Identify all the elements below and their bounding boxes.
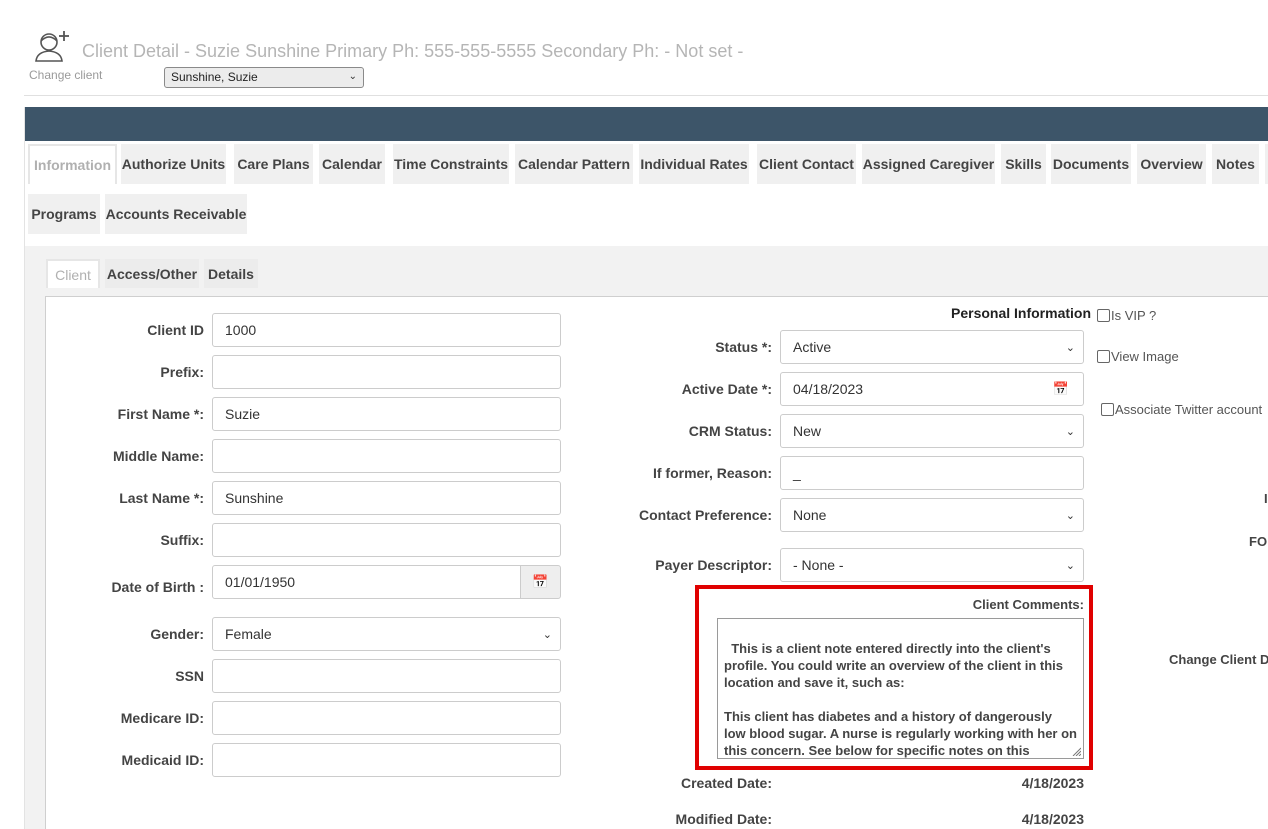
gender-select[interactable]: Female ⌄ [212, 617, 561, 651]
payer-descriptor-select[interactable]: - None - ⌄ [780, 548, 1084, 582]
add-user-icon [35, 31, 69, 62]
personal-information-title: Personal Information [951, 305, 1092, 321]
tab-calendar-pattern[interactable]: Calendar Pattern [515, 144, 633, 184]
active-date-field[interactable]: 04/18/2023 📅 [780, 372, 1084, 406]
tab-notes[interactable]: Notes [1212, 144, 1259, 184]
chevron-down-icon: ⌄ [348, 71, 357, 82]
payer-descriptor-label: Payer Descriptor: [655, 557, 772, 573]
contact-preference-select[interactable]: None ⌄ [780, 498, 1084, 532]
client-select-value: Sunshine, Suzie [171, 70, 258, 84]
suffix-label: Suffix: [160, 532, 204, 548]
medicaid-id-label: Medicaid ID: [121, 752, 204, 768]
view-image-label: View Image [1111, 349, 1179, 364]
tab-information[interactable]: Information [28, 144, 117, 184]
calendar-icon[interactable]: 📅 [1053, 381, 1069, 397]
top-navbar [25, 107, 1268, 141]
tab-individual-rates[interactable]: Individual Rates [639, 144, 749, 184]
associate-twitter-label: Associate Twitter account [1115, 402, 1263, 417]
chevron-down-icon: ⌄ [542, 629, 552, 641]
tab-assigned-caregiver[interactable]: Assigned Caregiver [862, 144, 995, 184]
is-vip-label: Is VIP ? [1111, 308, 1157, 323]
dob-field[interactable]: 01/01/1950 [212, 565, 521, 599]
last-name-label: Last Name *: [119, 490, 204, 506]
client-select[interactable]: Sunshine, Suzie ⌄ [164, 67, 364, 88]
header-divider [24, 95, 1268, 96]
medicaid-id-field[interactable] [212, 743, 561, 777]
former-reason-field[interactable]: _ [780, 456, 1084, 490]
payer-descriptor-value: - None - [793, 557, 844, 573]
associate-twitter-option[interactable]: Associate Twitter account [1101, 402, 1262, 417]
status-label: Status *: [715, 339, 772, 355]
page-title: Client Detail - Suzie Sunshine Primary P… [82, 41, 744, 61]
client-comments-label: Client Comments: [972, 597, 1084, 612]
contact-preference-label: Contact Preference: [638, 507, 772, 523]
tab-calendar[interactable]: Calendar [319, 144, 385, 184]
modified-date-label: Modified Date: [675, 811, 772, 827]
client-id-field[interactable]: 1000 [212, 313, 561, 347]
tab-skills[interactable]: Skills [1001, 144, 1046, 184]
chevron-down-icon: ⌄ [1065, 510, 1075, 522]
former-reason-label: If former, Reason: [652, 465, 772, 481]
view-image-checkbox[interactable] [1097, 350, 1110, 363]
subtab-access-other[interactable]: Access/Other [105, 259, 199, 288]
suffix-field[interactable] [212, 523, 561, 557]
change-client-label: Change client [29, 68, 103, 82]
active-date-value: 04/18/2023 [793, 381, 864, 397]
clipped-label-i: I [1264, 491, 1268, 506]
ssn-field[interactable] [212, 659, 561, 693]
crm-status-value: New [793, 423, 822, 439]
main-tabs: Information Authorize Units Care Plans C… [25, 141, 1268, 246]
gender-select-value: Female [225, 626, 272, 642]
tab-programs[interactable]: Programs [28, 194, 100, 234]
tab-client-contact[interactable]: Client Contact [757, 144, 856, 184]
created-date-value: 4/18/2023 [1021, 775, 1084, 791]
status-select[interactable]: Active ⌄ [780, 330, 1084, 364]
view-image-option[interactable]: View Image [1097, 349, 1179, 364]
last-name-field[interactable]: Sunshine [212, 481, 561, 515]
chevron-down-icon: ⌄ [1065, 342, 1075, 354]
first-name-label: First Name *: [117, 406, 204, 422]
contact-preference-value: None [793, 507, 827, 523]
medicare-id-field[interactable] [212, 701, 561, 735]
prefix-label: Prefix: [160, 364, 204, 380]
clipped-label-fo: FO [1249, 534, 1268, 549]
chevron-down-icon: ⌄ [1065, 426, 1075, 438]
associate-twitter-checkbox[interactable] [1101, 403, 1114, 416]
crm-status-label: CRM Status: [688, 423, 772, 439]
subtab-client[interactable]: Client [46, 259, 100, 288]
crm-status-select[interactable]: New ⌄ [780, 414, 1084, 448]
dob-label: Date of Birth : [111, 579, 204, 595]
client-id-label: Client ID [147, 322, 204, 338]
status-select-value: Active [793, 339, 832, 355]
dob-calendar-button[interactable]: 📅 [520, 565, 561, 599]
prefix-field[interactable] [212, 355, 561, 389]
tab-care-plans[interactable]: Care Plans [234, 144, 313, 184]
calendar-icon: 📅 [532, 574, 549, 589]
client-comments-textarea[interactable]: This is a client note entered directly i… [717, 618, 1084, 759]
tab-overview[interactable]: Overview [1137, 144, 1206, 184]
is-vip-checkbox[interactable] [1097, 309, 1110, 322]
middle-name-field[interactable] [212, 439, 561, 473]
tab-authorize-units[interactable]: Authorize Units [121, 144, 226, 184]
created-date-label: Created Date: [680, 775, 772, 791]
tab-accounts-receivable[interactable]: Accounts Receivable [105, 194, 247, 234]
gender-label: Gender: [150, 626, 204, 642]
is-vip-option[interactable]: Is VIP ? [1097, 308, 1156, 323]
subtab-details[interactable]: Details [204, 259, 258, 288]
ssn-label: SSN [175, 668, 204, 684]
active-date-label: Active Date *: [681, 381, 772, 397]
page-header: Client Detail - Suzie Sunshine Primary P… [0, 0, 1268, 96]
tab-documents[interactable]: Documents [1051, 144, 1131, 184]
clipped-label-change-client: Change Client D [1169, 652, 1268, 667]
client-comments-text: This is a client note entered directly i… [724, 641, 1077, 758]
first-name-field[interactable]: Suzie [212, 397, 561, 431]
modified-date-value: 4/18/2023 [1021, 811, 1084, 827]
tab-time-constraints[interactable]: Time Constraints [393, 144, 509, 184]
resize-grip-icon[interactable] [1071, 746, 1081, 756]
medicare-id-label: Medicare ID: [120, 710, 204, 726]
chevron-down-icon: ⌄ [1065, 560, 1075, 572]
middle-name-label: Middle Name: [112, 448, 204, 464]
